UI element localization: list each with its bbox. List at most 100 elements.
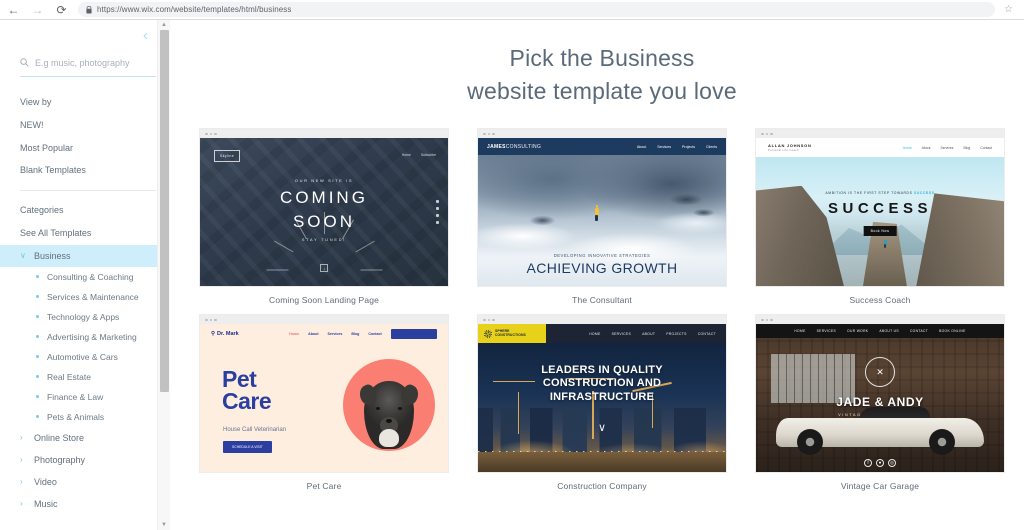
sidebar-item-music[interactable]: › Music <box>0 493 170 515</box>
chevron-down-icon: ∨ <box>20 250 26 260</box>
bullet-icon <box>36 375 39 379</box>
sidebar-subitem-technology-apps[interactable]: Technology & Apps <box>0 307 170 327</box>
hero-photo: AMBITION IS THE FIRST STEP TOWARDS SUCCE… <box>756 157 1004 287</box>
bullet-icon <box>36 335 39 339</box>
template-card-the-consultant[interactable]: JAMESCONSULTING About Services Projects … <box>478 129 726 305</box>
scrollbar-thumb[interactable] <box>160 30 169 392</box>
site-logo-light: CONSULTING <box>505 143 542 150</box>
sidebar-item-blank-templates[interactable]: Blank Templates <box>0 159 170 182</box>
template-card-vintage-car-garage[interactable]: HOME SERVICES OUR WORK ABOUT US CONTACT … <box>756 315 1004 491</box>
nav-link: About <box>921 145 931 150</box>
sidebar-subitem-label: Consulting & Coaching <box>47 271 134 282</box>
scroll-down-arrow-icon[interactable]: ▼ <box>158 520 170 530</box>
nav-link: CONTACT <box>909 329 929 334</box>
site-logo-bold: JAMES <box>487 143 506 150</box>
lock-icon <box>86 1 92 19</box>
sidebar-item-photography[interactable]: › Photography <box>0 449 170 471</box>
site-logo: ⚲ Dr. Mark <box>211 331 239 337</box>
site-nav-bar: JAMESCONSULTING About Services Projects … <box>478 138 726 156</box>
hero-headline-1: COMING <box>280 188 368 208</box>
chevron-right-icon: › <box>20 432 23 442</box>
hero-kicker-pre: AMBITION IS THE FIRST STEP TOWARDS <box>825 190 914 195</box>
hero-subline: STAY TUNED! <box>301 238 347 243</box>
sidebar-item-most-popular[interactable]: Most Popular <box>0 137 170 160</box>
template-thumbnail[interactable]: SPHERE CONSTRUCTIONS HOME SERVICES ABOUT… <box>478 315 726 473</box>
hero-cta-button: Book Now <box>863 225 897 236</box>
window-dot-icon <box>770 318 773 322</box>
sidebar-item-see-all-templates[interactable]: See All Templates <box>0 222 170 245</box>
template-card-coming-soon-landing-page[interactable]: Skyline Home Subscribe OUR NEW SITE IS C… <box>200 129 448 305</box>
template-thumbnail[interactable]: ALLAN JOHNSON Personal Life Coach Home A… <box>756 129 1004 287</box>
sidebar-search[interactable] <box>20 54 156 77</box>
window-dot-icon <box>770 132 773 136</box>
hero-headline-1: LEADERS IN QUALITY <box>541 363 663 376</box>
sidebar-item-video[interactable]: › Video <box>0 471 170 493</box>
template-card-construction-company[interactable]: SPHERE CONSTRUCTIONS HOME SERVICES ABOUT… <box>478 315 726 491</box>
forward-arrow-icon[interactable]: → <box>30 2 45 17</box>
chevron-left-icon[interactable]: ‹ <box>143 28 148 43</box>
template-thumbnail[interactable]: ⚲ Dr. Mark Home About Services Blog Cont… <box>200 315 448 473</box>
sidebar-business-subitems: Consulting & Coaching Services & Mainten… <box>0 267 170 427</box>
chevron-right-icon: › <box>20 454 23 464</box>
phone-cta-button: CALL 123-456-7890 <box>390 329 437 340</box>
sidebar-divider <box>20 190 156 192</box>
hero-headline-3: INFRASTRUCTURE <box>549 390 655 403</box>
template-thumbnail[interactable]: HOME SERVICES OUR WORK ABOUT US CONTACT … <box>756 315 1004 473</box>
sidebar-scrollbar[interactable]: ▲ ▼ <box>157 20 170 530</box>
social-icons <box>436 200 439 225</box>
site-logo: Skyline <box>214 150 241 163</box>
sidebar-item-view-by[interactable]: View by <box>0 91 170 114</box>
sphere-logo-icon <box>484 329 492 338</box>
url-text: https://www.wix.com/website/templates/ht… <box>97 5 292 14</box>
sidebar-subitem-finance-law[interactable]: Finance & Law <box>0 387 170 407</box>
sidebar-item-online-store[interactable]: › Online Store <box>0 427 170 449</box>
sidebar-subitem-services-maintenance[interactable]: Services & Maintenance <box>0 287 170 307</box>
template-thumbnail[interactable]: JAMESCONSULTING About Services Projects … <box>478 129 726 287</box>
site-nav-bar: ⚲ Dr. Mark Home About Services Blog Cont… <box>200 324 448 344</box>
window-dot-icon <box>483 132 486 136</box>
template-card-success-coach[interactable]: ALLAN JOHNSON Personal Life Coach Home A… <box>756 129 1004 305</box>
hero-kicker-emphasis: SUCCESS <box>913 190 935 195</box>
template-card-pet-care[interactable]: ⚲ Dr. Mark Home About Services Blog Cont… <box>200 315 448 491</box>
sidebar-categories-heading: Categories <box>20 205 64 216</box>
back-arrow-icon[interactable]: ← <box>6 2 21 17</box>
sidebar-subitem-advertising-marketing[interactable]: Advertising & Marketing <box>0 327 170 347</box>
sidebar-item-business[interactable]: ∨ Business <box>0 244 170 267</box>
window-dot-icon <box>765 318 768 322</box>
thumbnail-browser-bar <box>478 129 726 139</box>
thumbnail-browser-bar <box>756 315 1004 325</box>
car-wheel-front <box>796 429 823 456</box>
bookmark-star-icon[interactable]: ☆ <box>999 2 1018 17</box>
template-thumbnail[interactable]: Skyline Home Subscribe OUR NEW SITE IS C… <box>200 129 448 287</box>
social-icon: ◎ <box>888 458 896 467</box>
sidebar-item-new[interactable]: NEW! <box>0 114 170 137</box>
social-icons: f ● ◎ <box>864 458 896 467</box>
site-logo-label: Dr. Mark <box>217 331 239 338</box>
nav-link: Contact <box>368 332 382 337</box>
sidebar-subitem-consulting-coaching[interactable]: Consulting & Coaching <box>0 267 170 287</box>
hero-kicker: AMBITION IS THE FIRST STEP TOWARDS SUCCE… <box>756 191 1004 195</box>
sidebar-subitem-automotive-cars[interactable]: Automotive & Cars <box>0 347 170 367</box>
nav-link: Services <box>940 145 954 150</box>
sidebar-subitem-pets-animals[interactable]: Pets & Animals <box>0 407 170 427</box>
construction-ground <box>478 451 726 473</box>
reload-icon[interactable]: ⟳ <box>54 2 69 17</box>
scroll-up-arrow-icon[interactable]: ▲ <box>158 20 170 30</box>
sidebar-subitem-real-estate[interactable]: Real Estate <box>0 367 170 387</box>
window-dot-icon <box>205 318 208 322</box>
nav-link: Projects <box>682 144 695 149</box>
search-input[interactable] <box>35 57 156 69</box>
window-dot-icon <box>487 132 490 136</box>
address-bar[interactable]: https://www.wix.com/website/templates/ht… <box>78 2 995 17</box>
nav-link: Subscribe <box>420 153 436 158</box>
window-dot-icon <box>209 132 212 136</box>
thumbnail-browser-bar <box>478 315 726 325</box>
sidebar-subitem-label: Real Estate <box>47 371 91 382</box>
hero-kicker: DEVELOPING INNOVATIVE STRATEGIES <box>553 253 651 259</box>
dog-nose <box>386 419 392 424</box>
window-dot-icon <box>487 318 490 322</box>
car-wheel-rear <box>929 429 956 456</box>
dog-eye-left <box>376 407 380 411</box>
sidebar-view-by-list: View by NEW! Most Popular Blank Template… <box>0 91 170 182</box>
nav-link: SERVICES <box>816 329 837 334</box>
